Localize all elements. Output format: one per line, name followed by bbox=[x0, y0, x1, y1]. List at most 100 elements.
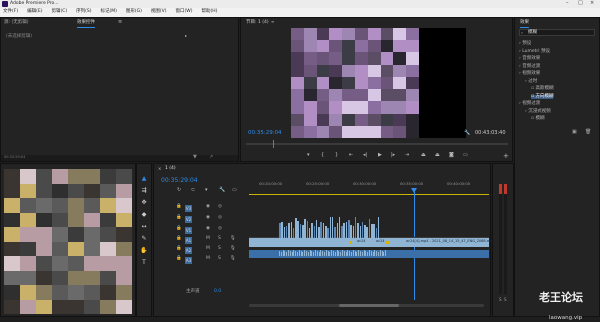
track-lock-icon[interactable]: 🔒 bbox=[176, 215, 182, 221]
track-target-button[interactable]: V1 bbox=[185, 227, 192, 234]
track-target-button[interactable]: A3 bbox=[185, 257, 192, 264]
mini-timeline-track[interactable] bbox=[246, 143, 508, 145]
voiceover-record-icon[interactable]: 🎙 bbox=[230, 236, 236, 242]
delete-icon[interactable]: 🗑 bbox=[585, 130, 591, 135]
effects-tree-item[interactable]: › 过时 bbox=[525, 79, 537, 85]
menu-view[interactable]: 视图(V) bbox=[151, 10, 167, 15]
tab-source[interactable]: 源: (无剪辑) bbox=[4, 20, 28, 26]
playhead-timecode[interactable]: 00:35:29:04 bbox=[248, 130, 282, 137]
play-button[interactable]: ▶ bbox=[378, 153, 382, 158]
filter-icon[interactable]: ▼ bbox=[193, 155, 197, 160]
menu-edit[interactable]: 编辑(E) bbox=[27, 10, 42, 15]
effects-tree-item[interactable]: › 预设 bbox=[519, 41, 531, 47]
effects-tree-item[interactable]: ▫ 高斯模糊 bbox=[531, 86, 553, 92]
lift-icon[interactable]: ⏏ bbox=[421, 153, 426, 158]
ripple-edit-tool-icon[interactable]: ✥ bbox=[140, 200, 148, 206]
track-target-button[interactable]: V3 bbox=[185, 205, 192, 212]
menu-marker[interactable]: 标记(M) bbox=[101, 10, 117, 15]
extract-icon[interactable]: ⏏ bbox=[435, 153, 440, 158]
minimize-icon[interactable]: – bbox=[566, 1, 569, 6]
effects-tree-item[interactable]: ▫ 方向模糊 bbox=[531, 94, 554, 99]
sequence-tab[interactable]: 1 (4) bbox=[165, 166, 176, 172]
linked-selection-icon[interactable]: ⊂ bbox=[191, 188, 195, 193]
toggle-output-icon[interactable]: ◉ bbox=[206, 204, 210, 210]
pen-tool-icon[interactable]: ✎ bbox=[140, 236, 148, 242]
mini-playhead[interactable] bbox=[273, 140, 274, 148]
panel-menu-icon[interactable]: ≡ bbox=[271, 20, 274, 24]
track-header[interactable]: 🔒 A3 M S 🎙 bbox=[174, 256, 249, 265]
close-sequence-icon[interactable]: × bbox=[158, 167, 161, 171]
maximize-icon[interactable]: □ bbox=[578, 1, 583, 6]
panel-menu-icon[interactable]: ≡ bbox=[118, 20, 122, 25]
track-select-tool-icon[interactable]: ⇶ bbox=[140, 188, 148, 194]
track-header[interactable]: 🔒 A1 M S 🎙 bbox=[174, 236, 249, 245]
close-icon[interactable]: × bbox=[590, 1, 594, 6]
effects-tree-item[interactable]: › 视频过渡 bbox=[519, 101, 540, 107]
track-header[interactable]: 🔒 V1 ◉ ◎ bbox=[174, 226, 249, 235]
voiceover-record-icon[interactable]: 🎙 bbox=[230, 246, 236, 252]
slip-tool-icon[interactable]: ↔ bbox=[140, 224, 148, 230]
toggle-output-icon[interactable]: ◉ bbox=[206, 215, 210, 221]
track-lock-icon[interactable]: 🔒 bbox=[176, 256, 182, 262]
menu-window[interactable]: 窗口(W) bbox=[176, 10, 193, 15]
menu-clip[interactable]: 剪辑(C) bbox=[51, 10, 67, 15]
razor-tool-icon[interactable]: ◆ bbox=[140, 212, 148, 218]
compare-view-icon[interactable]: ▭ bbox=[463, 153, 468, 158]
timeline-scrollbar[interactable] bbox=[249, 304, 484, 307]
solo-button[interactable]: S bbox=[218, 236, 221, 242]
go-to-in-icon[interactable]: ⇤ bbox=[349, 153, 353, 158]
effects-tree-item[interactable]: › 音频过渡 bbox=[519, 64, 540, 70]
go-to-out-icon[interactable]: ⇥ bbox=[405, 153, 409, 158]
track-header[interactable]: 🔒 V3 ◉ ◎ bbox=[174, 204, 249, 213]
track-target-button[interactable]: A1 bbox=[185, 237, 192, 244]
mute-button[interactable]: M bbox=[206, 246, 210, 252]
track-lock-icon[interactable]: 🔒 bbox=[176, 226, 182, 232]
hand-tool-icon[interactable]: ✋ bbox=[140, 248, 148, 254]
mute-button[interactable]: M bbox=[206, 236, 210, 242]
export-icon[interactable]: ↗ bbox=[209, 155, 213, 160]
button-editor-icon[interactable]: + bbox=[503, 153, 509, 160]
track-lock-icon[interactable]: 🔒 bbox=[176, 204, 182, 210]
type-tool-icon[interactable]: T bbox=[140, 260, 148, 266]
toggle-output-icon[interactable]: ◉ bbox=[206, 226, 210, 232]
new-bin-icon[interactable]: ▣ bbox=[572, 130, 577, 135]
mark-out-icon[interactable]: } bbox=[335, 153, 338, 158]
wrench-icon[interactable]: 🔧 bbox=[219, 188, 225, 193]
add-marker-icon[interactable]: ▾ bbox=[307, 153, 310, 158]
menu-sequence[interactable]: 序列(S) bbox=[76, 10, 91, 15]
expand-icon[interactable]: ▸ bbox=[185, 34, 187, 38]
master-volume[interactable]: 0.0 bbox=[214, 289, 221, 295]
solo-button[interactable]: S bbox=[218, 246, 221, 252]
scrollbar-thumb[interactable] bbox=[339, 304, 399, 307]
effects-tree-item[interactable]: › 沉浸式视频 bbox=[525, 109, 551, 115]
track-lock-icon[interactable]: 🔒 bbox=[176, 236, 182, 242]
effects-tree-item[interactable]: › 视频效果 bbox=[519, 71, 540, 77]
timeline-timecode[interactable]: 00:35:29:04 bbox=[161, 178, 198, 184]
export-frame-icon[interactable]: ◙ bbox=[449, 153, 454, 158]
work-area-bar[interactable] bbox=[249, 194, 489, 195]
solo-left-icon[interactable]: S bbox=[499, 298, 502, 302]
menu-help[interactable]: 帮助(H) bbox=[201, 10, 217, 15]
track-target-button[interactable]: V2 bbox=[185, 216, 192, 223]
track-lock-icon[interactable]: 🔒 bbox=[176, 246, 182, 252]
track-header[interactable]: 🔒 V2 ◉ ◎ bbox=[174, 215, 249, 224]
selection-tool-icon[interactable]: ▲ bbox=[140, 176, 148, 182]
voiceover-record-icon[interactable]: 🎙 bbox=[230, 256, 236, 262]
step-forward-icon[interactable]: |▸ bbox=[391, 153, 395, 158]
audio-waveform-bar[interactable] bbox=[385, 250, 387, 256]
sync-lock-icon[interactable]: ◎ bbox=[218, 226, 222, 232]
tab-effect-controls[interactable]: 效果控件 bbox=[77, 20, 95, 28]
menu-graphics[interactable]: 图形(G) bbox=[126, 10, 142, 15]
time-ruler[interactable]: 00:20:00:00 00:25:00:00 00:30:00:00 00:35:0… bbox=[249, 180, 489, 192]
track-target-button[interactable]: A2 bbox=[185, 247, 192, 254]
add-marker-icon[interactable]: ▾ bbox=[205, 188, 208, 193]
sync-lock-icon[interactable]: ◎ bbox=[218, 204, 222, 210]
step-back-icon[interactable]: ◂| bbox=[363, 153, 367, 158]
clip-segment[interactable] bbox=[377, 217, 380, 238]
solo-right-icon[interactable]: S bbox=[504, 298, 507, 302]
menu-file[interactable]: 文件(F) bbox=[3, 10, 18, 15]
wrench-icon[interactable]: 🔧 bbox=[464, 131, 470, 136]
snap-icon[interactable]: ↻ bbox=[177, 188, 181, 193]
effects-tree-item[interactable]: › 音频效果 bbox=[519, 56, 540, 62]
solo-button[interactable]: S bbox=[218, 256, 221, 262]
